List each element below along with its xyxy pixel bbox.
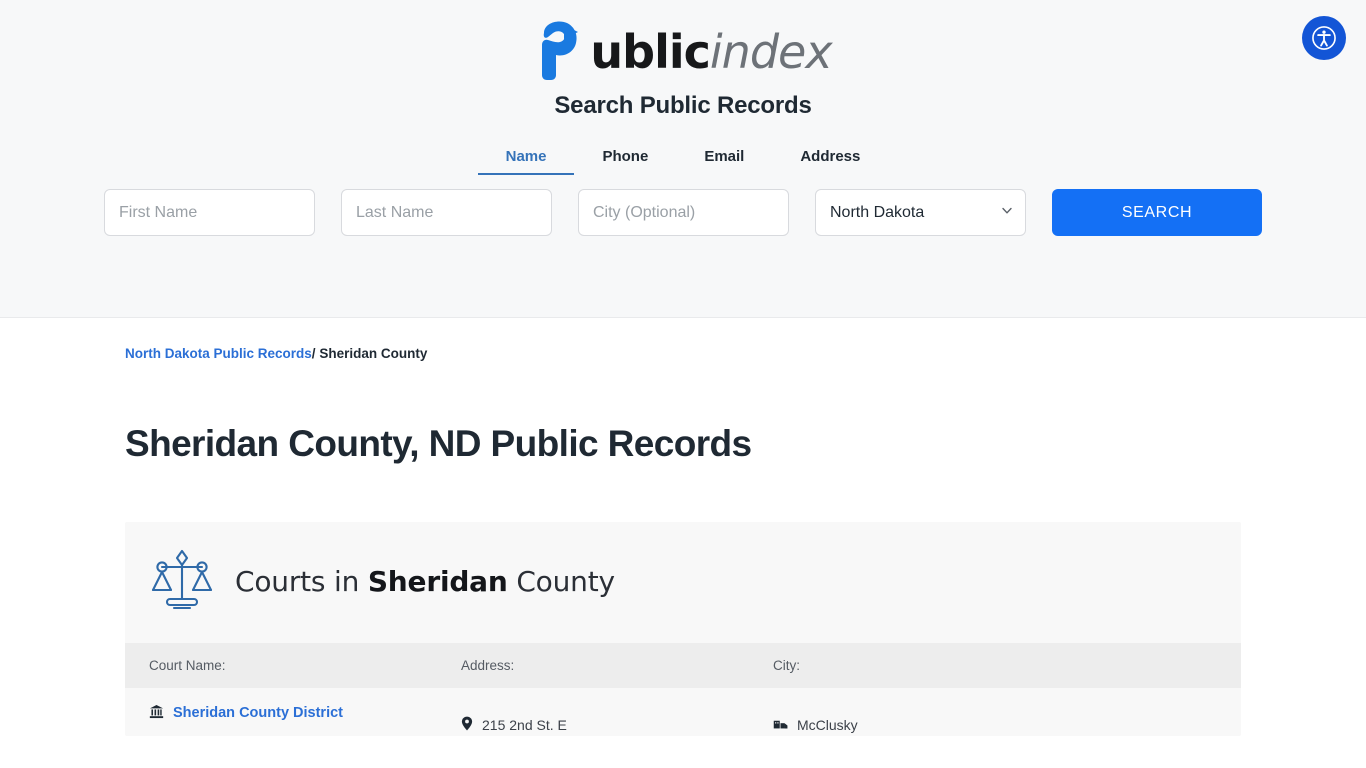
first-name-input[interactable] (104, 189, 315, 236)
logo-text-italic: index (709, 25, 833, 79)
cell-court-name: Sheridan County District (149, 704, 461, 722)
tab-phone[interactable]: Phone (574, 142, 676, 175)
courts-heading-suffix: County (507, 565, 615, 598)
page-title: Sheridan County, ND Public Records (125, 423, 752, 464)
tab-email[interactable]: Email (676, 142, 772, 175)
search-button[interactable]: SEARCH (1052, 189, 1262, 236)
state-select[interactable]: North Dakota (815, 189, 1026, 236)
site-logo[interactable]: ublic index (0, 0, 1366, 80)
breadcrumb-separator: / (311, 346, 316, 361)
main-content: North Dakota Public Records/ Sheridan Co… (125, 318, 1241, 736)
courts-heading-prefix: Courts in (235, 565, 368, 598)
column-header-address: Address: (461, 658, 515, 673)
breadcrumb-parent-link[interactable]: North Dakota Public Records (125, 346, 312, 361)
courts-heading-county: Sheridan (367, 565, 508, 598)
city-buildings-icon (773, 704, 788, 735)
city-input[interactable] (578, 189, 789, 236)
column-header-court-name: Court Name: (149, 658, 226, 673)
logo-text-bold: ublic (590, 25, 710, 79)
tab-address[interactable]: Address (772, 142, 888, 175)
courts-card: Courts in Sheridan County Court Name: Ad… (125, 522, 1241, 736)
address-text: 215 2nd St. E (482, 717, 567, 733)
search-form: North Dakota SEARCH (0, 189, 1366, 236)
search-title: Search Public Records (554, 92, 812, 119)
site-header: ublic index Search Public Records Name P… (0, 0, 1366, 318)
column-header-city: City: (773, 658, 800, 673)
courts-table-header: Court Name: Address: City: (125, 643, 1241, 688)
p-arrow-logo-icon (534, 19, 598, 85)
state-select-wrapper: North Dakota (815, 189, 1026, 236)
search-type-tabs: Name Phone Email Address (0, 142, 1366, 175)
court-name-link[interactable]: Sheridan County District (173, 704, 343, 722)
accessibility-button[interactable] (1302, 16, 1346, 60)
courthouse-icon (149, 704, 164, 722)
breadcrumb-current: Sheridan County (319, 346, 428, 361)
map-pin-icon (461, 704, 473, 736)
city-text: McClusky (797, 717, 858, 733)
courts-card-heading: Courts in Sheridan County (235, 565, 615, 598)
tab-name[interactable]: Name (477, 142, 575, 175)
cell-address: 215 2nd St. E (461, 704, 773, 736)
courts-card-header: Courts in Sheridan County (125, 522, 1241, 643)
table-row: Sheridan County District 215 2nd St. E M… (125, 688, 1241, 736)
cell-city: McClusky (773, 704, 1217, 735)
accessibility-icon (1311, 25, 1337, 51)
breadcrumb: North Dakota Public Records/ Sheridan Co… (125, 346, 1241, 361)
last-name-input[interactable] (341, 189, 552, 236)
scales-of-justice-icon (149, 545, 215, 618)
